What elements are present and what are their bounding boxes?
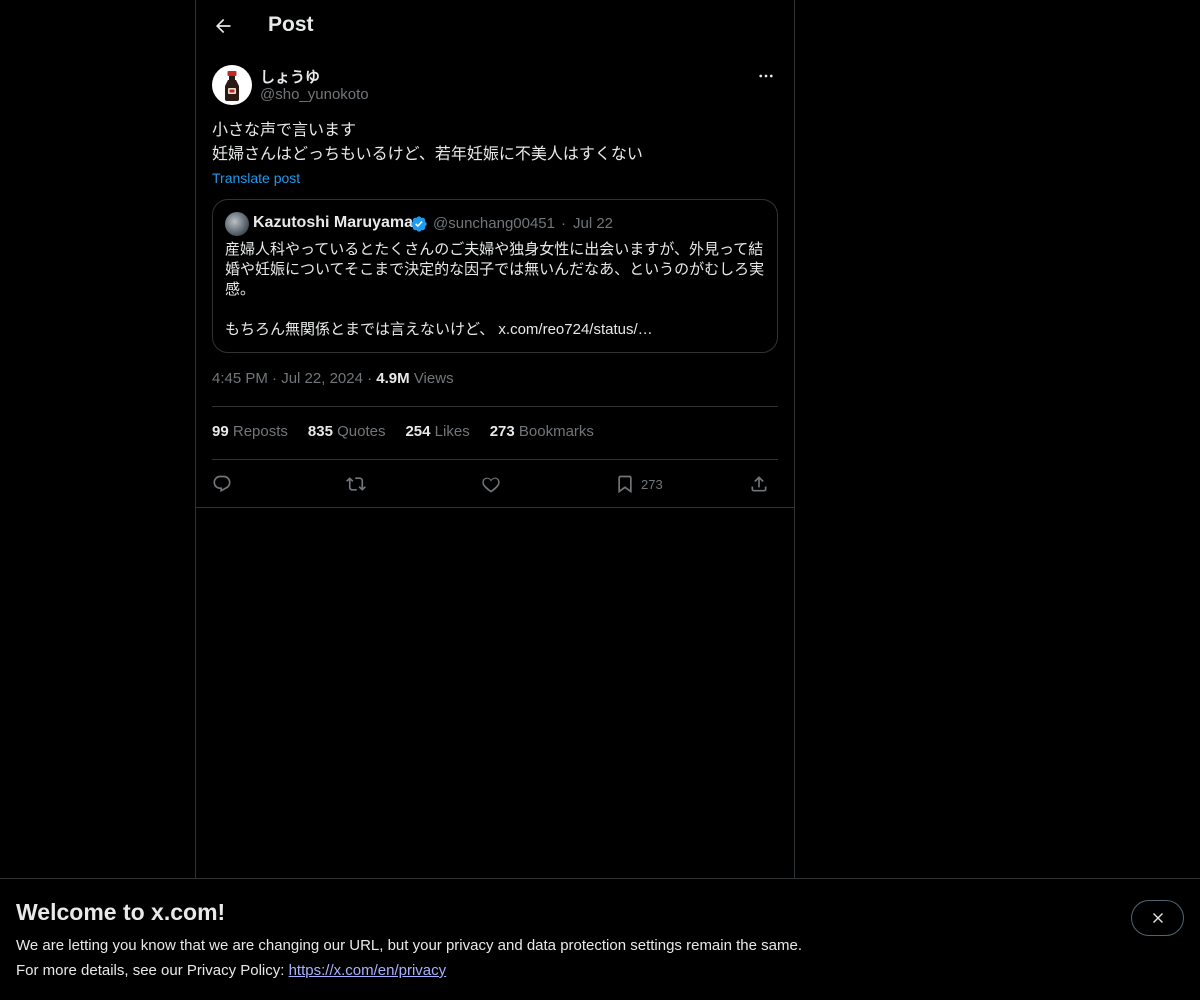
page-title: Post (268, 13, 314, 36)
action-bar: 273 (212, 468, 778, 500)
quoted-post[interactable]: Kazutoshi Maruyama @sunchang00451 · Jul … (212, 199, 778, 353)
quoted-author-handle: @sunchang00451 (433, 215, 555, 232)
divider (212, 406, 778, 407)
quotes-label: Quotes (337, 423, 386, 440)
reply-icon (213, 475, 231, 493)
author-display-name[interactable]: しょうゆ (260, 66, 320, 87)
quoted-post-date: Jul 22 (573, 215, 614, 232)
quotes-count: 835 (307, 423, 333, 440)
reply-button[interactable] (212, 468, 232, 500)
reposts-label: Reposts (232, 423, 288, 440)
separator-dot: · (367, 370, 377, 387)
post-text: 小さな声で言います 妊婦さんはどっちもいるけど、若年妊娠に不美人はすくない (212, 119, 778, 167)
repost-button[interactable] (346, 468, 366, 500)
likes-stat[interactable]: 254 Likes (405, 423, 469, 440)
post-meta: 4:45 PM · Jul 22, 2024 · 4.9M Views (212, 370, 454, 387)
bookmark-button[interactable]: 273 (615, 468, 663, 500)
avatar[interactable] (212, 65, 252, 105)
divider (212, 459, 778, 460)
post-date[interactable]: Jul 22, 2024 (281, 370, 363, 387)
likes-count: 254 (405, 423, 431, 440)
banner-privacy-prefix: For more details, see our Privacy Policy… (16, 962, 289, 979)
heart-icon (482, 477, 500, 493)
quoted-post-text-continued: もちろん無関係とまでは言えないけど、 x.com/reo724/status/… (225, 321, 653, 338)
views-count: 4.9M (376, 370, 410, 387)
separator-dot: · (561, 215, 566, 232)
more-options-button[interactable] (754, 65, 778, 87)
bookmark-icon (618, 475, 632, 494)
share-button[interactable] (749, 468, 769, 500)
quoted-author-name: Kazutoshi Maruyama (253, 214, 414, 231)
bookmarks-label: Bookmarks (518, 423, 594, 440)
quoted-post-text: 産婦人科やっているとたくさんのご夫婦や独身女性に出会いますが、外見って結婚や妊娠… (225, 241, 765, 298)
quoted-author-avatar (225, 212, 249, 236)
reposts-count: 99 (212, 423, 229, 440)
divider (196, 507, 794, 508)
banner-title: Welcome to x.com! (16, 899, 226, 925)
verified-badge-icon (411, 216, 427, 232)
author-handle[interactable]: @sho_yunokoto (260, 86, 369, 103)
bookmarks-stat[interactable]: 273 Bookmarks (490, 423, 594, 440)
more-horizontal-icon (759, 74, 773, 78)
soy-sauce-bottle-icon (225, 71, 239, 101)
privacy-policy-link[interactable]: https://x.com/en/privacy (289, 962, 447, 979)
like-button[interactable] (481, 468, 501, 500)
arrow-left-icon (216, 18, 231, 34)
close-icon (1152, 913, 1163, 923)
back-button[interactable] (207, 10, 239, 42)
post-text-line: 妊婦さんはどっちもいるけど、若年妊娠に不美人はすくない (212, 146, 643, 163)
banner-message: We are letting you know that we are chan… (16, 937, 802, 954)
post-author: しょうゆ @sho_yunokoto (212, 65, 778, 109)
translate-post-link[interactable]: Translate post (212, 170, 300, 186)
post-text-line: 小さな声で言います (212, 122, 357, 139)
header: Post (196, 0, 794, 54)
bookmark-count: 273 (641, 476, 663, 492)
post-time[interactable]: 4:45 PM (212, 370, 268, 387)
banner-close-button[interactable] (1131, 900, 1184, 936)
main-column: Post しょうゆ @sho_yunokoto 小さな声で言います 妊婦さんはど… (195, 0, 795, 1000)
likes-label: Likes (434, 423, 470, 440)
repost-icon (346, 477, 366, 491)
views-label: Views (413, 370, 454, 387)
quotes-stat[interactable]: 835 Quotes (308, 423, 386, 440)
share-icon (751, 476, 767, 492)
separator-dot: · (272, 370, 282, 387)
bookmarks-count: 273 (489, 423, 515, 440)
post-stats: 99 Reposts 835 Quotes 254 Likes 273 Book… (212, 423, 594, 440)
reposts-stat[interactable]: 99 Reposts (212, 423, 288, 440)
url-change-banner: Welcome to x.com! We are letting you kno… (0, 878, 1200, 1000)
banner-privacy-line: For more details, see our Privacy Policy… (16, 962, 446, 979)
